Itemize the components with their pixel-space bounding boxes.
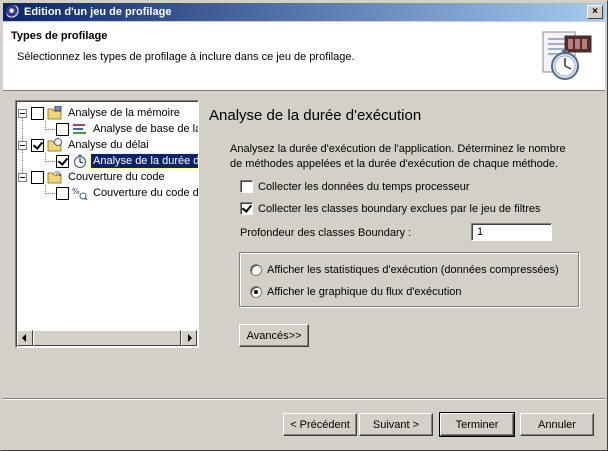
cpu-time-checkbox[interactable] [240,180,253,193]
tree-node-code-coverage[interactable]: % Couverture du code [18,169,167,185]
page-title: Types de profilage [11,30,108,42]
display-options-group: Afficher les statistiques d'exécution (d… [239,252,579,307]
title-bar: Edition d'un jeu de profilage × [3,3,605,21]
stopwatch-icon [73,154,87,168]
tree-line [45,161,55,162]
tree-horizontal-scrollbar[interactable] [17,330,197,346]
scroll-left-button[interactable] [17,330,33,346]
boundary-classes-label: Collecter les classes boundary exclues p… [258,202,541,215]
panel-title: Analyse de la durée d'exécution [209,107,422,124]
tree-line [45,129,55,130]
window-title: Edition d'un jeu de profilage [24,6,172,18]
panel-sash[interactable] [201,98,205,350]
tree-checkbox[interactable] [56,154,69,168]
tree-label-selected: Analyse de la durée d' [90,153,198,169]
memory-analysis-icon [73,124,86,134]
tree-label: Couverture du code [68,171,165,183]
tree-line [45,193,55,194]
next-button[interactable]: Suivant > [359,413,433,436]
tree-checkbox[interactable] [31,106,44,120]
tree-label: Analyse de la mémoire [68,107,180,119]
profiling-wizard-icon [542,31,592,80]
tree-label: Analyse du délai [68,139,149,151]
flow-graph-option[interactable]: Afficher le graphique du flux d'exécutio… [250,286,462,298]
arrow-right-icon [188,334,192,342]
folder-percent-icon: % [47,170,62,184]
tree-node-memory-analysis[interactable]: Analyse de la mémoire [18,105,182,121]
profiling-types-tree[interactable]: Analyse de la mémoire Analyse de base de… [15,100,199,348]
tree-checkbox[interactable] [56,186,69,200]
wizard-header: Types de profilage Sélectionnez les type… [3,22,605,91]
flow-graph-radio[interactable] [250,286,262,298]
statistics-option[interactable]: Afficher les statistiques d'exécution (d… [250,264,559,276]
arrow-left-icon [22,334,26,342]
previous-button[interactable]: < Précédent [283,413,357,436]
depth-input[interactable]: 1 [471,223,552,241]
finish-button[interactable]: Terminer [439,412,515,437]
cancel-button[interactable]: Annuler [520,413,594,436]
svg-text:%: % [55,170,62,178]
depth-label: Profondeur des classes Boundary : [240,227,412,239]
profiling-set-dialog: Edition d'un jeu de profilage × Types de… [0,0,608,451]
tree-label: Analyse de base de la [93,123,199,135]
advanced-button[interactable]: Avancés>> [239,324,309,347]
statistics-label: Afficher les statistiques d'exécution (d… [267,264,559,276]
collapse-toggle[interactable] [18,140,27,150]
collapse-toggle[interactable] [18,172,27,182]
tree-label: Couverture du code d [93,187,199,199]
tree-node-timing-analysis[interactable]: Analyse du délai [18,137,151,153]
statistics-radio[interactable] [250,264,262,276]
tree-checkbox[interactable] [31,170,44,184]
boundary-classes-checkbox[interactable] [240,202,253,215]
tree-checkbox[interactable] [31,138,44,152]
tree-node-basic-memory-analysis[interactable]: Analyse de base de la [42,121,199,137]
cpu-time-label: Collecter les données du temps processeu… [258,180,470,193]
tree-checkbox[interactable] [56,122,69,136]
eclipse-icon [6,5,20,19]
page-description: Sélectionnez les types de profilage à in… [17,51,355,63]
cpu-time-option[interactable]: Collecter les données du temps processeu… [240,180,470,193]
collapse-toggle[interactable] [18,108,27,118]
tree-node-code-coverage-detail[interactable]: % Couverture du code d [42,185,199,201]
scroll-right-button[interactable] [181,330,197,346]
footer-separator [3,398,605,400]
panel-description: Analysez la durée d'exécution de l'appli… [230,143,566,170]
folder-clock-icon [47,138,62,152]
svg-text:%: % [72,187,80,196]
folder-memory-icon [47,106,62,120]
tree-node-execution-time-analysis[interactable]: Analyse de la durée d' [42,153,198,169]
code-coverage-icon: % [72,187,88,200]
scroll-thumb[interactable] [33,330,181,346]
close-button[interactable]: × [587,5,603,19]
flow-graph-label: Afficher le graphique du flux d'exécutio… [267,286,462,298]
boundary-classes-option[interactable]: Collecter les classes boundary exclues p… [240,202,540,215]
